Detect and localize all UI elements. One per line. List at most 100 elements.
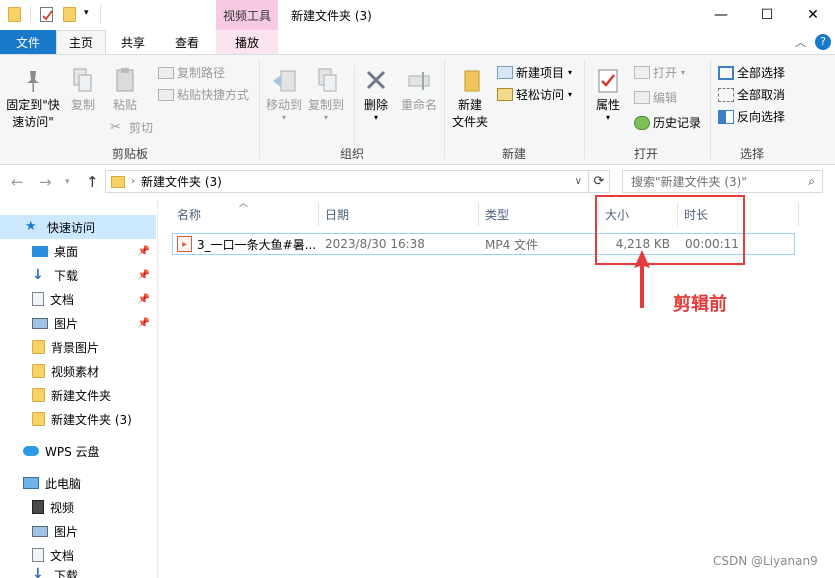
video-icon	[32, 500, 44, 514]
back-arrow-icon[interactable]: ←	[11, 173, 24, 191]
delete-button[interactable]: 删除 ▾	[360, 67, 392, 122]
edit-label: 编辑	[653, 91, 678, 105]
column-divider[interactable]	[478, 202, 479, 226]
open-button[interactable]: 打开 ▾	[634, 64, 685, 81]
nav-label: 快速访问	[47, 220, 96, 235]
new-folder-quick-icon[interactable]	[63, 7, 76, 22]
copy-button[interactable]: 复制	[68, 67, 98, 114]
help-icon[interactable]: ?	[815, 34, 831, 50]
close-button[interactable]: ✕	[790, 0, 835, 30]
properties-button[interactable]: 属性 ▾	[591, 67, 625, 122]
nav-item-folder[interactable]: 新建文件夹	[0, 383, 156, 407]
invert-selection-label: 反向选择	[737, 110, 786, 124]
nav-label: 下载	[54, 569, 79, 578]
new-item-button[interactable]: 新建项目 ▾	[497, 64, 572, 81]
tab-home[interactable]: 主页	[56, 30, 106, 54]
group-divider	[444, 59, 445, 159]
select-none-button[interactable]: 全部取消	[718, 86, 785, 103]
nav-item-desktop[interactable]: 桌面 📌	[0, 239, 156, 263]
annotation-highlight-box	[595, 195, 745, 265]
select-all-icon	[718, 65, 734, 80]
tab-play[interactable]: 播放	[216, 30, 278, 54]
group-divider	[584, 59, 585, 159]
history-icon	[634, 115, 650, 130]
address-bar[interactable]: › 新建文件夹 (3) ∨	[105, 170, 589, 193]
nav-item-folder[interactable]: 背景图片	[0, 335, 156, 359]
maximize-button[interactable]: ☐	[744, 0, 790, 30]
nav-pc-pictures[interactable]: 图片	[0, 519, 156, 543]
customize-quick-access-icon[interactable]: ▾	[84, 8, 89, 18]
nav-this-pc[interactable]: 此电脑	[0, 471, 156, 495]
easy-access-icon	[497, 88, 513, 101]
nav-item-pictures[interactable]: 图片 📌	[0, 311, 156, 335]
collapse-ribbon-icon[interactable]: ︿	[795, 34, 806, 50]
column-header-date[interactable]: 日期	[320, 200, 478, 228]
paste-shortcut-button[interactable]: 粘贴快捷方式	[158, 86, 249, 103]
column-divider[interactable]	[798, 202, 799, 226]
tab-share[interactable]: 共享	[110, 30, 156, 54]
address-path[interactable]: 新建文件夹 (3)	[141, 173, 222, 190]
nav-item-folder[interactable]: 视频素材	[0, 359, 156, 383]
pin-icon[interactable]: 📌	[138, 294, 150, 305]
file-type: MP4 文件	[485, 237, 539, 252]
copy-to-icon	[306, 67, 346, 97]
nav-label: 视频素材	[51, 364, 100, 379]
delete-label: 删除	[363, 98, 388, 112]
column-header-name[interactable]: 名称	[172, 200, 318, 228]
cut-button[interactable]: ✂ 剪切	[110, 119, 153, 136]
move-to-button[interactable]: 移动到 ▾	[264, 67, 304, 122]
search-icon[interactable]: ⌕	[808, 174, 815, 189]
document-icon	[32, 548, 44, 562]
annotation-arrow-icon	[634, 250, 650, 308]
open-label: 打开	[653, 66, 678, 80]
tab-view[interactable]: 查看	[163, 30, 211, 54]
video-tools-header: 视频工具	[216, 0, 278, 30]
nav-pc-documents[interactable]: 文档	[0, 543, 156, 567]
recent-locations-icon[interactable]: ▾	[65, 177, 70, 187]
up-arrow-icon[interactable]: ↑	[86, 173, 99, 191]
pin-icon[interactable]: 📌	[138, 318, 150, 329]
select-group-label: 选择	[739, 147, 764, 161]
open-icon	[634, 66, 650, 79]
chevron-down-icon[interactable]: ∨	[575, 176, 582, 187]
easy-access-button[interactable]: 轻松访问 ▾	[497, 86, 572, 103]
nav-item-downloads[interactable]: ↓ 下载 📌	[0, 263, 156, 287]
column-header-type[interactable]: 类型	[480, 200, 598, 228]
nav-item-documents[interactable]: 文档 📌	[0, 287, 156, 311]
nav-wps-cloud[interactable]: WPS 云盘	[0, 439, 156, 463]
picture-icon	[32, 317, 48, 329]
pin-icon[interactable]: 📌	[138, 270, 150, 281]
column-divider[interactable]	[318, 202, 319, 226]
tab-file[interactable]: 文件	[0, 30, 56, 54]
search-input[interactable]: 搜索"新建文件夹 (3)" ⌕	[622, 170, 823, 193]
refresh-button[interactable]: ⟳	[589, 170, 610, 193]
rename-icon	[398, 67, 440, 97]
nav-pc-videos[interactable]: 视频	[0, 495, 156, 519]
rename-button[interactable]: 重命名	[398, 67, 440, 114]
download-icon: ↓	[32, 267, 44, 283]
nav-label: 此电脑	[45, 476, 82, 491]
paste-shortcut-icon	[158, 88, 174, 101]
pin-icon[interactable]: 📌	[138, 246, 150, 257]
picture-icon	[32, 525, 48, 537]
nav-pc-downloads[interactable]: ↓ 下载	[0, 567, 156, 578]
copy-to-button[interactable]: 复制到 ▾	[306, 67, 346, 122]
properties-quick-icon[interactable]	[40, 7, 53, 22]
paste-button[interactable]: 粘贴	[108, 67, 142, 114]
copy-path-button[interactable]: 复制路径	[158, 64, 225, 81]
paste-icon	[108, 67, 142, 97]
pin-quick-access-button[interactable]: 固定到"快速访问"	[4, 67, 62, 131]
file-name-cell[interactable]: ▶ 3_一口一条大鱼#暑...	[177, 233, 317, 255]
invert-selection-button[interactable]: 反向选择	[718, 108, 785, 125]
delete-x-icon	[360, 67, 392, 97]
mp4-file-icon: ▶	[177, 236, 192, 252]
new-folder-button[interactable]: 新建 文件夹	[449, 67, 491, 131]
nav-item-folder[interactable]: 新建文件夹 (3)	[0, 407, 156, 431]
open-group-label: 打开	[633, 147, 658, 161]
edit-button[interactable]: 编辑	[634, 89, 677, 106]
select-all-button[interactable]: 全部选择	[718, 64, 785, 81]
forward-arrow-icon[interactable]: →	[39, 173, 52, 191]
minimize-button[interactable]: —	[698, 0, 744, 30]
history-button[interactable]: 历史记录	[634, 114, 701, 131]
nav-quick-access[interactable]: ★ 快速访问	[0, 215, 156, 239]
